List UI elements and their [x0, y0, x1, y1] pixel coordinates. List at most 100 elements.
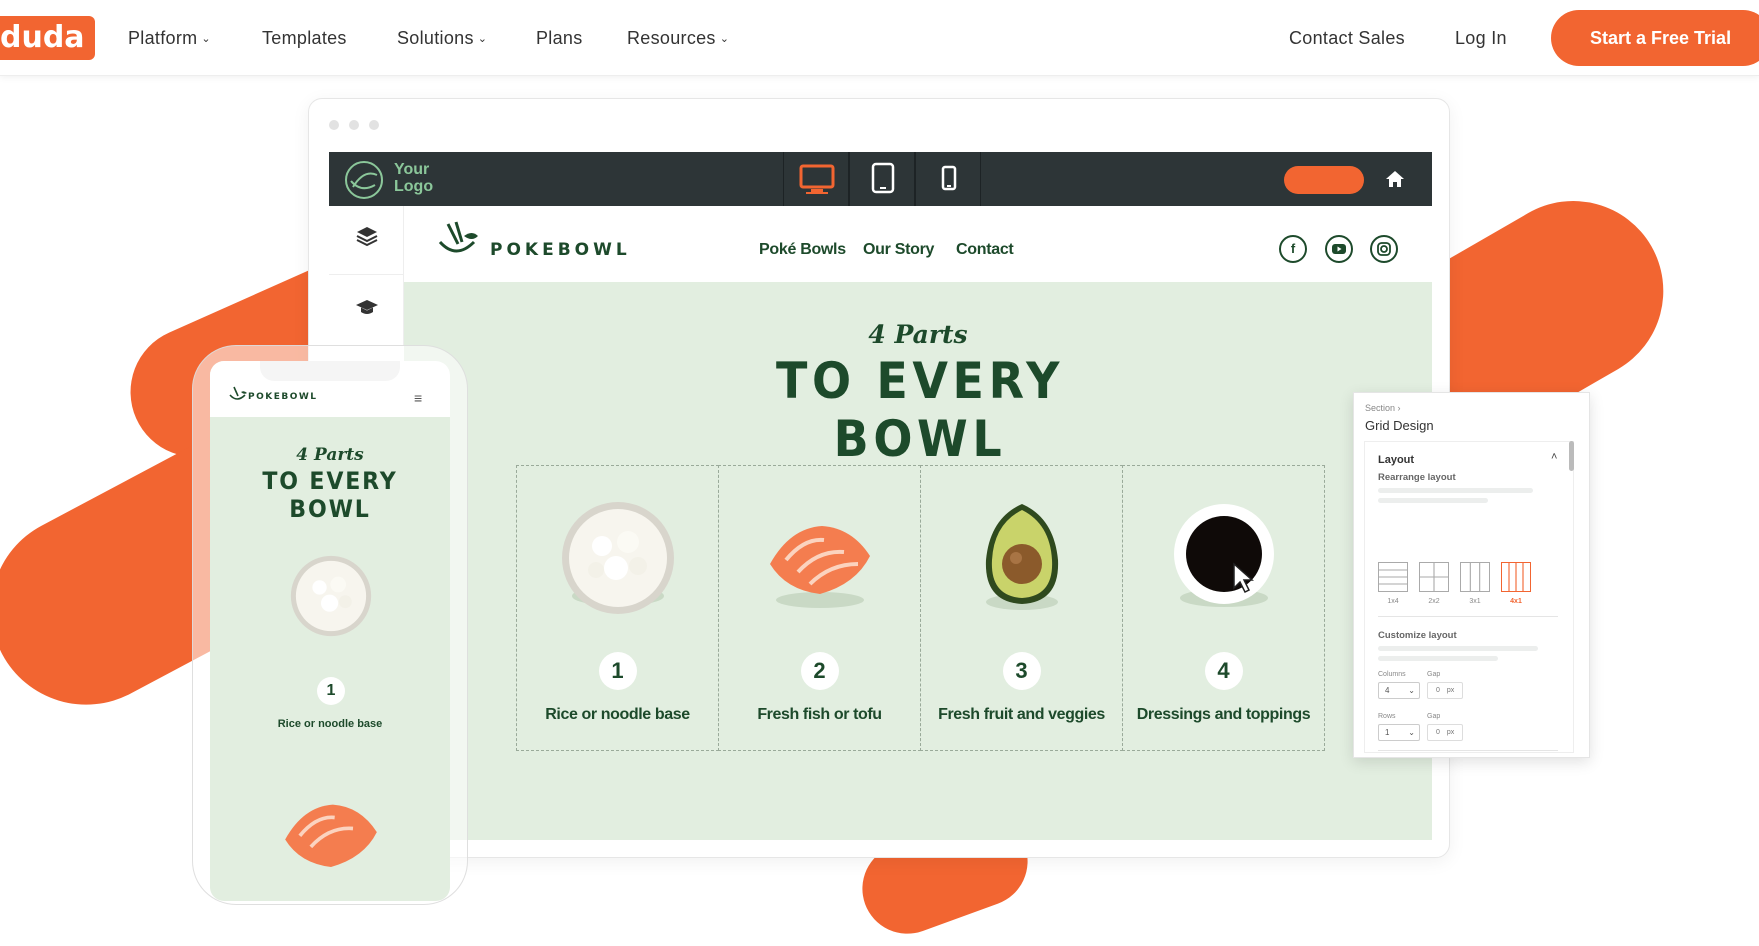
chevron-up-icon[interactable]: ˄ [1551, 451, 1557, 463]
layout-label: 4x1 [1510, 598, 1522, 605]
layout-4x1-option[interactable] [1501, 562, 1531, 592]
mobile-headline: TO EVERY BOWL [262, 467, 398, 523]
phone-notch [260, 361, 400, 381]
logo-line1: Your [394, 161, 430, 178]
step-number: 2 [800, 652, 839, 690]
layout-2x2-option[interactable] [1419, 562, 1449, 592]
salmon-image [769, 526, 870, 608]
mobile-view-button[interactable] [915, 152, 981, 206]
step-caption: Rice or noodle base [545, 706, 690, 723]
chevron-down-icon: ⌄ [1408, 728, 1415, 737]
desktop-view-button[interactable] [783, 152, 849, 206]
chevron-down-icon: ⌄ [477, 33, 488, 45]
nav-solutions-label: Solutions [397, 28, 474, 48]
site-nav-poke-bowls[interactable]: Poké Bowls [759, 241, 846, 259]
customize-label: Customize layout [1378, 630, 1457, 641]
steps-grid[interactable]: 1 Rice or noodle base 2 Fresh fish or to… [516, 465, 1325, 751]
rice-bowl-image [290, 555, 372, 637]
layout-3x1-option[interactable] [1460, 562, 1490, 592]
grid-cell-1[interactable]: 1 Rice or noodle base [516, 465, 719, 751]
rows-label: Rows [1378, 713, 1396, 720]
grid-design-panel: Section › Grid Design Layout ˄ Rearrange… [1353, 392, 1590, 758]
window-dot [369, 120, 379, 130]
layers-icon[interactable] [355, 224, 379, 248]
chevron-down-icon: ⌄ [1408, 686, 1415, 695]
layout-section-label[interactable]: Layout [1378, 454, 1414, 466]
placeholder-bar [1378, 646, 1538, 651]
grid-cell-2[interactable]: 2 Fresh fish or tofu [718, 465, 921, 751]
hero-headline: TO EVERY BOWL [776, 352, 1064, 468]
facebook-icon[interactable]: f [1279, 235, 1307, 263]
rows-select[interactable]: 1 ⌄ [1378, 724, 1420, 741]
rows-value: 1 [1385, 728, 1390, 737]
site-nav-our-story[interactable]: Our Story [863, 241, 934, 259]
step-number: 3 [1002, 652, 1041, 690]
nav-solutions[interactable]: Solutions ⌄ [397, 28, 487, 49]
rice-bowl-image [561, 502, 674, 614]
logo-line2: Logo [394, 178, 434, 195]
grid-cell-3[interactable]: 3 Fresh fruit and veggies [920, 465, 1123, 751]
avocado-image [985, 504, 1058, 610]
mobile-step-number: 1 [317, 677, 345, 705]
desktop-icon [799, 164, 835, 194]
tablet-icon [871, 162, 895, 194]
nav-platform-label: Platform [128, 28, 198, 48]
grid-cell-4[interactable]: 4 Dressings and toppings [1122, 465, 1325, 751]
step-caption: Fresh fruit and veggies [938, 706, 1105, 723]
contact-sales-link[interactable]: Contact Sales [1289, 28, 1405, 49]
publish-pill-button[interactable] [1284, 166, 1364, 194]
mobile-icon [941, 165, 957, 191]
columns-select[interactable]: 4 ⌄ [1378, 682, 1420, 699]
mobile-brand-name[interactable]: POKEBOWL [248, 392, 318, 402]
panel-scrollbar[interactable] [1569, 441, 1574, 471]
mobile-step-caption: Rice or noodle base [277, 718, 383, 730]
layout-label: 1x4 [1387, 598, 1399, 605]
nav-platform[interactable]: Platform ⌄ [128, 28, 211, 49]
rail-divider [329, 274, 404, 275]
row-gap-input[interactable]: 0 px [1427, 724, 1463, 741]
window-dot [329, 120, 339, 130]
column-gap-input[interactable]: 0 px [1427, 682, 1463, 699]
pokebowl-logo-icon [229, 386, 247, 400]
gap-unit: px [1446, 729, 1455, 736]
gap-value: 0 [1436, 687, 1440, 694]
step-number: 1 [598, 652, 637, 690]
panel-divider [1378, 750, 1558, 751]
pokebowl-logo-icon [438, 221, 478, 253]
tablet-view-button[interactable] [849, 152, 915, 206]
instagram-icon[interactable] [1370, 235, 1398, 263]
top-navigation: duda Platform ⌄ Templates Solutions ⌄ Plan… [0, 0, 1759, 76]
home-icon[interactable] [1383, 167, 1407, 191]
window-dot [349, 120, 359, 130]
site-brand-name[interactable]: POKEBOWL [490, 240, 631, 260]
step-caption: Fresh fish or tofu [757, 706, 882, 723]
start-free-trial-button[interactable]: Start a Free Trial [1551, 10, 1759, 66]
phone-screen: POKEBOWL ≡ 4 Parts TO EVERY BOWL 1 Rice … [210, 361, 450, 901]
site-nav-contact[interactable]: Contact [956, 241, 1014, 259]
columns-label: Columns [1378, 671, 1406, 678]
nav-templates[interactable]: Templates [262, 28, 347, 49]
step-number: 4 [1204, 652, 1243, 690]
editor-toolbar: Your Logo [329, 152, 1432, 206]
rearrange-label: Rearrange layout [1378, 472, 1456, 483]
panel-title: Grid Design [1365, 418, 1434, 433]
nav-plans[interactable]: Plans [536, 28, 583, 49]
chevron-down-icon: ⌄ [719, 33, 730, 45]
gap-unit: px [1446, 687, 1455, 694]
panel-breadcrumb[interactable]: Section › [1365, 403, 1401, 413]
nav-resources[interactable]: Resources ⌄ [627, 28, 729, 49]
login-link[interactable]: Log In [1455, 28, 1507, 49]
graduation-cap-icon[interactable] [355, 296, 379, 320]
hamburger-menu-icon[interactable]: ≡ [414, 390, 422, 406]
placeholder-bar [1378, 488, 1533, 493]
breadcrumb-section: Section [1365, 403, 1396, 413]
panel-body: Layout ˄ Rearrange layout 1x4 2x2 3x1 4x… [1364, 441, 1574, 753]
chevron-right-icon: › [1397, 403, 1401, 413]
nav-templates-label: Templates [262, 28, 347, 48]
layout-1x4-option[interactable] [1378, 562, 1408, 592]
duda-logo[interactable]: duda [0, 16, 95, 60]
placeholder-bar [1378, 498, 1488, 503]
gap-label: Gap [1427, 671, 1441, 678]
youtube-icon[interactable] [1325, 235, 1353, 263]
panel-divider [1378, 616, 1558, 617]
